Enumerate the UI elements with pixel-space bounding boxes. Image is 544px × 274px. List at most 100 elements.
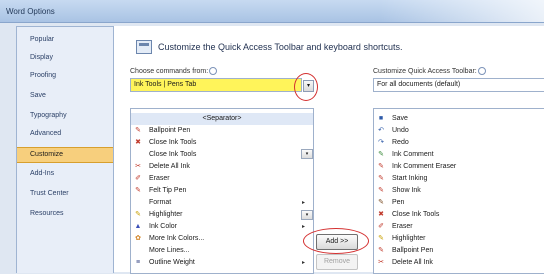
- list-item-label: <Separator>: [202, 115, 242, 122]
- sidebar-item-advanced[interactable]: Advanced: [17, 127, 113, 141]
- choose-commands-label-text: Choose commands from:: [130, 67, 209, 75]
- list-item[interactable]: <Separator>: [131, 113, 313, 125]
- list-item[interactable]: ✎ Ballpoint Pen: [131, 125, 313, 137]
- highlighter-icon: ✎: [378, 235, 384, 242]
- list-item[interactable]: More Lines...: [131, 245, 313, 257]
- list-item[interactable]: ≡ Outline Weight ▸: [131, 257, 313, 269]
- chevron-down-icon[interactable]: ▾: [301, 210, 313, 220]
- pen-icon: ✎: [378, 199, 384, 206]
- list-item-label: Show Ink: [392, 187, 421, 194]
- list-item[interactable]: ↶ Undo: [374, 125, 544, 137]
- weight-icon: ≡: [135, 259, 141, 266]
- list-item[interactable]: ✎ Felt Tip Pen: [131, 185, 313, 197]
- list-item-label: Delete All Ink: [392, 259, 433, 266]
- pen-icon: ✎: [378, 163, 384, 170]
- list-item[interactable]: ✂ Delete All Ink: [374, 257, 544, 269]
- pen-icon: ✎: [378, 247, 384, 254]
- close-icon: ✖: [378, 211, 384, 218]
- list-item-label: Ballpoint Pen: [149, 127, 191, 134]
- options-sidebar: Popular Display Proofing Save Typography…: [16, 26, 114, 273]
- list-item[interactable]: ✂ Delete All Ink: [131, 161, 313, 173]
- list-item[interactable]: ✖ Close Ink Tools: [374, 209, 544, 221]
- list-item-label: Undo: [392, 127, 409, 134]
- sidebar-item-resources[interactable]: Resources: [17, 207, 113, 221]
- list-item-label: Felt Tip Pen: [149, 187, 187, 194]
- choose-commands-dropdown[interactable]: Ink Tools | Pens Tab: [130, 78, 302, 92]
- sidebar-item-typography[interactable]: Typography: [17, 109, 113, 123]
- list-item[interactable]: ✎ Ink Comment Eraser: [374, 161, 544, 173]
- list-item-label: Ink Comment Eraser: [392, 163, 457, 170]
- list-item-label: Close Ink Tools: [149, 151, 197, 158]
- list-item[interactable]: ✐ Eraser: [374, 221, 544, 233]
- list-item[interactable]: ✎ Start Inking: [374, 173, 544, 185]
- chevron-right-icon: ▸: [301, 224, 305, 230]
- list-item[interactable]: ✎ Highlighter: [374, 233, 544, 245]
- list-item[interactable]: Close Ink Tools: [131, 149, 313, 161]
- list-item-label: Ink Color: [149, 223, 178, 230]
- list-item[interactable]: ✖ Close Ink Tools: [131, 137, 313, 149]
- undo-icon: ↶: [378, 127, 384, 134]
- customize-toolbar-label-text: Customize Quick Access Toolbar:: [373, 67, 477, 75]
- chevron-down-icon[interactable]: ▾: [301, 149, 313, 159]
- felt-icon: ✎: [135, 187, 141, 194]
- title-bar: Word Options: [0, 0, 544, 23]
- title-bar-glare: [380, 0, 544, 22]
- list-item[interactable]: ✿ More Ink Colors...: [131, 233, 313, 245]
- list-item-label: Format: [149, 199, 172, 206]
- sidebar-item-label: Display: [30, 54, 53, 61]
- sidebar-item-label: Save: [30, 92, 46, 99]
- sidebar-item-label: Trust Center: [30, 190, 69, 197]
- list-item-label: Eraser: [149, 175, 170, 182]
- list-item[interactable]: ✎ Ballpoint Pen: [374, 245, 544, 257]
- info-icon: [209, 67, 218, 75]
- list-item-label: More Ink Colors...: [149, 235, 205, 242]
- redo-icon: ↷: [378, 139, 384, 146]
- list-item-label: Ink Comment: [392, 151, 434, 158]
- window-title: Word Options: [6, 7, 55, 16]
- list-item[interactable]: ■ Save: [374, 113, 544, 125]
- list-item-label: More Lines...: [149, 247, 190, 254]
- list-item-label: Eraser: [392, 223, 413, 230]
- commands-list[interactable]: <Separator> ✎ Ballpoint Pen ✖ Close Ink Tool…: [130, 108, 314, 274]
- save-icon: ■: [378, 115, 384, 122]
- list-item[interactable]: ▲ Ink Color ▸: [131, 221, 313, 233]
- list-item-label: Pen: [392, 199, 405, 206]
- list-item-label: Highlighter: [392, 235, 426, 242]
- pen-icon: ✎: [135, 127, 141, 134]
- sidebar-item-save[interactable]: Save: [17, 89, 113, 103]
- customize-toolbar-dropdown[interactable]: For all documents (default): [373, 78, 544, 92]
- list-item-label: Redo: [392, 139, 409, 146]
- pen-icon: ✎: [378, 175, 384, 182]
- list-item-label: Close Ink Tools: [392, 211, 440, 218]
- chevron-right-icon: ▸: [301, 200, 305, 206]
- sidebar-item-customize[interactable]: Customize: [17, 147, 113, 163]
- inkcolor-icon: ▲: [134, 223, 142, 230]
- list-item[interactable]: Format ▸: [131, 197, 313, 209]
- sidebar-item-popular[interactable]: Popular: [17, 33, 113, 47]
- list-item[interactable]: ↷ Redo: [374, 137, 544, 149]
- sidebar-item-proofing[interactable]: Proofing: [17, 69, 113, 83]
- customize-toolbar-value: For all documents (default): [377, 81, 461, 88]
- sidebar-item-label: Popular: [30, 36, 55, 43]
- sidebar-item-add-ins[interactable]: Add-Ins: [17, 167, 113, 181]
- sidebar-item-trust-center[interactable]: Trust Center: [17, 187, 113, 201]
- remove-button[interactable]: Remove: [316, 254, 358, 270]
- list-item[interactable]: ✐ Eraser: [131, 173, 313, 185]
- list-item[interactable]: ✎ Show Ink: [374, 185, 544, 197]
- choose-commands-value: Ink Tools | Pens Tab: [134, 81, 197, 88]
- toolbar-commands-list[interactable]: ■ Save ↶ Undo ↷ Redo ✎ Ink Comment ✎ Ink Comment …: [373, 108, 544, 274]
- sidebar-item-label: Customize: [30, 151, 64, 158]
- eraser-icon: ✐: [135, 175, 141, 182]
- sidebar-item-display[interactable]: Display: [17, 51, 113, 65]
- list-item-label: Outline Weight: [149, 259, 195, 266]
- annotation-circle: [294, 73, 318, 101]
- list-item-label: Highlighter: [149, 211, 183, 218]
- sidebar-item-label: Add-Ins: [30, 170, 55, 177]
- highlighter-icon: ✎: [135, 211, 141, 218]
- list-item[interactable]: ✎ Ink Comment: [374, 149, 544, 161]
- list-item[interactable]: ✎ Pen: [374, 197, 544, 209]
- list-item[interactable]: ✎ Highlighter: [131, 209, 313, 221]
- list-item-label: Close Ink Tools: [149, 139, 197, 146]
- sidebar-item-label: Resources: [30, 210, 64, 217]
- delete-icon: ✂: [135, 163, 141, 170]
